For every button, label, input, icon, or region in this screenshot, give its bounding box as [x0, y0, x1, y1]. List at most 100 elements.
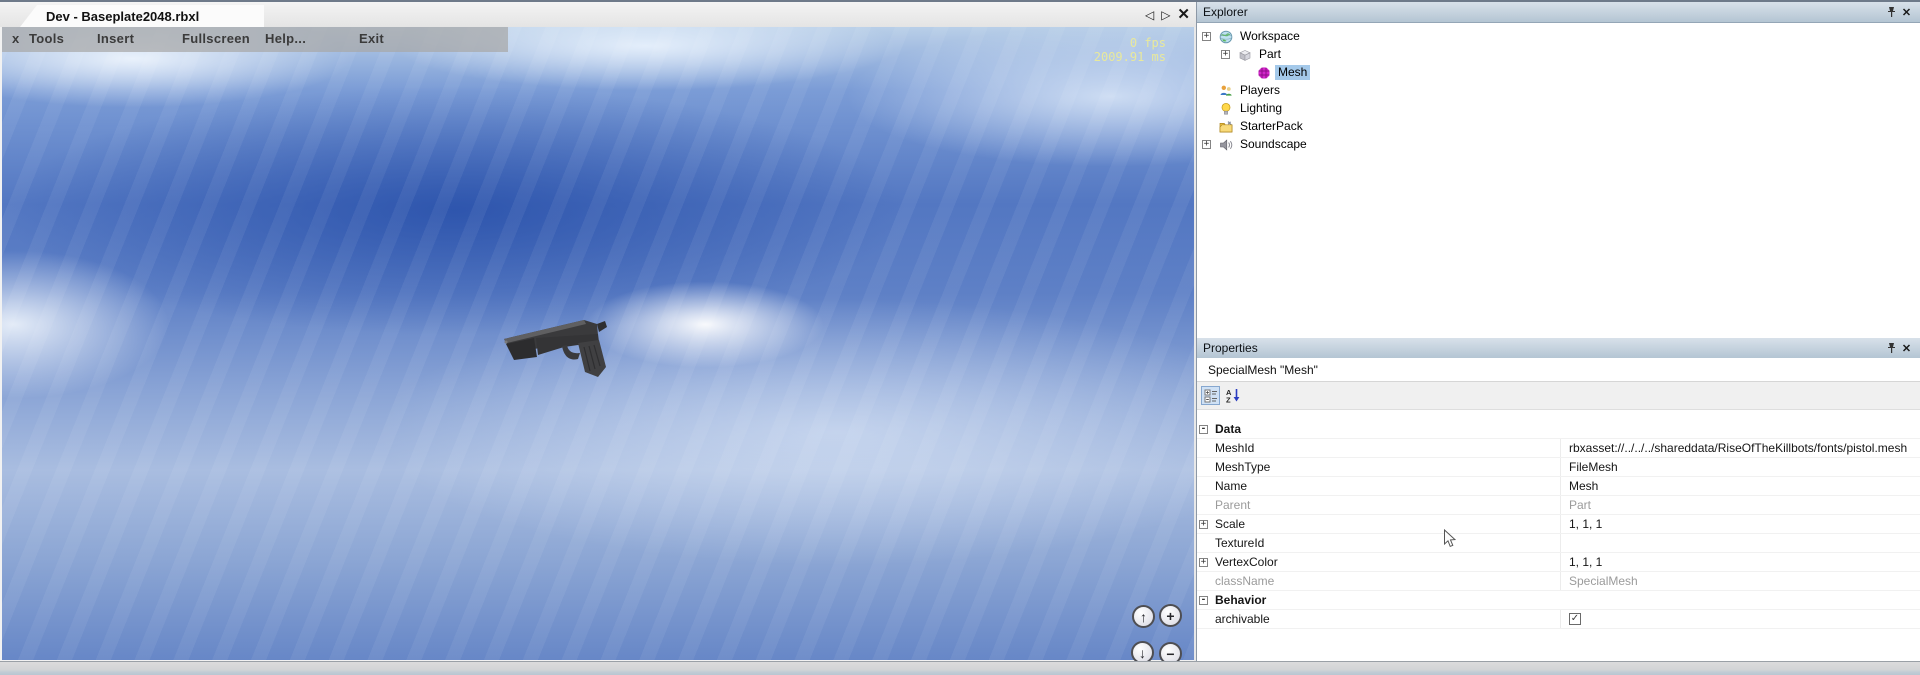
expander-plus-icon[interactable]: +: [1202, 32, 1211, 41]
property-gutter: +: [1197, 553, 1211, 571]
property-section-data[interactable]: -Data: [1197, 420, 1920, 439]
tree-item-mesh[interactable]: Mesh: [1197, 64, 1920, 82]
properties-close-icon[interactable]: ✕: [1899, 341, 1914, 355]
property-row-classname[interactable]: classNameSpecialMesh: [1197, 572, 1920, 591]
property-row-textureid[interactable]: TextureId: [1197, 534, 1920, 553]
viewport-menubar: x Tools Insert Fullscreen Help... Exit: [2, 27, 508, 52]
section-value-space: [1560, 591, 1920, 609]
property-row-parent[interactable]: ParentPart: [1197, 496, 1920, 515]
players-icon: [1219, 84, 1233, 98]
tree-item-workspace[interactable]: + Workspace: [1197, 28, 1920, 46]
checkbox-checked-icon[interactable]: ✓: [1569, 613, 1581, 625]
tree-item-label[interactable]: Players: [1237, 83, 1283, 98]
tab-scroll-right-icon[interactable]: ▷: [1161, 7, 1170, 23]
explorer-panel: Explorer ✕ + Workspace + Part Mesh Players Lig…: [1197, 2, 1920, 338]
collapse-icon[interactable]: -: [1199, 425, 1208, 434]
collapse-icon[interactable]: -: [1199, 596, 1208, 605]
property-grid: -DataMeshIdrbxasset://../../../shareddat…: [1197, 420, 1920, 648]
explorer-title: Explorer: [1203, 5, 1248, 19]
property-row-meshtype[interactable]: MeshTypeFileMesh: [1197, 458, 1920, 477]
status-strip: [0, 661, 1920, 675]
tree-item-soundscape[interactable]: + Soundscape: [1197, 136, 1920, 154]
mesh-icon: [1257, 66, 1271, 80]
menu-item-tools[interactable]: Tools: [29, 31, 64, 46]
expander-plus-icon[interactable]: +: [1221, 50, 1230, 59]
property-gutter: +: [1197, 515, 1211, 533]
categorized-view-button[interactable]: [1201, 386, 1220, 405]
alphabetical-sort-button[interactable]: A Z: [1224, 386, 1243, 405]
workspace-globe-icon: [1219, 30, 1233, 44]
properties-title: Properties: [1203, 341, 1258, 355]
tab-dev-baseplate[interactable]: Dev - Baseplate2048.rbxl: [20, 5, 264, 27]
property-value[interactable]: 1, 1, 1: [1561, 515, 1920, 533]
menu-item-exit[interactable]: Exit: [359, 31, 384, 46]
tree-item-part[interactable]: + Part: [1197, 46, 1920, 64]
tree-item-label[interactable]: StarterPack: [1237, 119, 1306, 134]
menu-item-fullscreen[interactable]: Fullscreen: [182, 31, 250, 46]
expander-plus-icon[interactable]: +: [1202, 140, 1211, 149]
property-value[interactable]: [1561, 534, 1920, 552]
frame-ms-value: 2009.91 ms: [1094, 50, 1166, 64]
viewport-3d-canvas[interactable]: x ToolsInsertFullscreenHelp...Exit 0 fps…: [0, 27, 1196, 663]
roblox-studio-window: Dev - Baseplate2048.rbxl ◁ ▷ ✕ x Tools In…: [0, 0, 1920, 675]
zoom-in-button[interactable]: +: [1159, 604, 1182, 627]
section-title: Behavior: [1211, 591, 1560, 609]
property-name: Scale: [1211, 515, 1561, 533]
menu-item-help[interactable]: Help...: [265, 31, 306, 46]
property-section-behavior[interactable]: -Behavior: [1197, 591, 1920, 610]
property-gutter: [1197, 439, 1211, 457]
property-value[interactable]: rbxasset://../../../shareddata/RiseOfThe…: [1561, 439, 1920, 457]
tree-item-label[interactable]: Part: [1256, 47, 1284, 62]
pan-up-button[interactable]: ↑: [1132, 605, 1155, 628]
property-row-vertexcolor[interactable]: +VertexColor1, 1, 1: [1197, 553, 1920, 572]
section-gutter: -: [1197, 591, 1211, 609]
pin-icon[interactable]: [1884, 5, 1899, 19]
selected-object-box[interactable]: SpecialMesh "Mesh": [1197, 358, 1920, 382]
pin-icon[interactable]: [1884, 341, 1899, 355]
tree-item-label[interactable]: Workspace: [1237, 29, 1303, 44]
property-name: MeshId: [1211, 439, 1561, 457]
property-row-scale[interactable]: +Scale1, 1, 1: [1197, 515, 1920, 534]
menu-item-insert[interactable]: Insert: [97, 31, 134, 46]
pistol-mesh-object[interactable]: [500, 311, 616, 385]
property-gutter: [1197, 572, 1211, 590]
selected-object-label: SpecialMesh "Mesh": [1208, 363, 1318, 377]
property-name: archivable: [1211, 610, 1561, 628]
section-gutter: -: [1197, 420, 1211, 438]
explorer-header: Explorer ✕: [1197, 2, 1920, 23]
tab-scroll-left-icon[interactable]: ◁: [1145, 7, 1154, 23]
property-value[interactable]: ✓: [1561, 610, 1920, 628]
menubar-close-icon[interactable]: x: [12, 31, 19, 46]
property-row-meshid[interactable]: MeshIdrbxasset://../../../shareddata/Ris…: [1197, 439, 1920, 458]
property-row-name[interactable]: NameMesh: [1197, 477, 1920, 496]
tree-item-label[interactable]: Lighting: [1237, 101, 1285, 116]
tree-item-label[interactable]: Mesh: [1275, 65, 1310, 80]
property-name: className: [1211, 572, 1561, 590]
property-value[interactable]: FileMesh: [1561, 458, 1920, 476]
explorer-close-icon[interactable]: ✕: [1899, 5, 1914, 19]
camera-controls: ↑+↓−: [1131, 604, 1187, 666]
tree-item-players[interactable]: Players: [1197, 82, 1920, 100]
property-name: VertexColor: [1211, 553, 1561, 571]
expand-icon[interactable]: +: [1199, 558, 1208, 567]
property-value[interactable]: Mesh: [1561, 477, 1920, 495]
tab-close-icon[interactable]: ✕: [1177, 7, 1190, 23]
property-gutter: [1197, 477, 1211, 495]
property-name: TextureId: [1211, 534, 1561, 552]
property-value[interactable]: 1, 1, 1: [1561, 553, 1920, 571]
dock-panels: Explorer ✕ +Workspace+PartMeshPlayersLig…: [1196, 2, 1920, 661]
tree-item-label[interactable]: Soundscape: [1237, 137, 1310, 152]
expand-icon[interactable]: +: [1199, 520, 1208, 529]
tree-item-lighting[interactable]: Lighting: [1197, 100, 1920, 118]
lighting-icon: [1219, 102, 1233, 116]
property-value: Part: [1561, 496, 1920, 514]
section-title: Data: [1211, 420, 1560, 438]
property-row-archivable[interactable]: archivable ✓: [1197, 610, 1920, 629]
tree-item-starterpack[interactable]: StarterPack: [1197, 118, 1920, 136]
starterpack-icon: [1219, 120, 1233, 134]
properties-panel: Properties ✕ SpecialMesh "Mesh": [1197, 338, 1920, 661]
mouse-cursor: [1443, 529, 1456, 549]
property-name: Name: [1211, 477, 1561, 495]
property-gutter: [1197, 458, 1211, 476]
document-tabbar: Dev - Baseplate2048.rbxl ◁ ▷ ✕: [0, 2, 1196, 28]
